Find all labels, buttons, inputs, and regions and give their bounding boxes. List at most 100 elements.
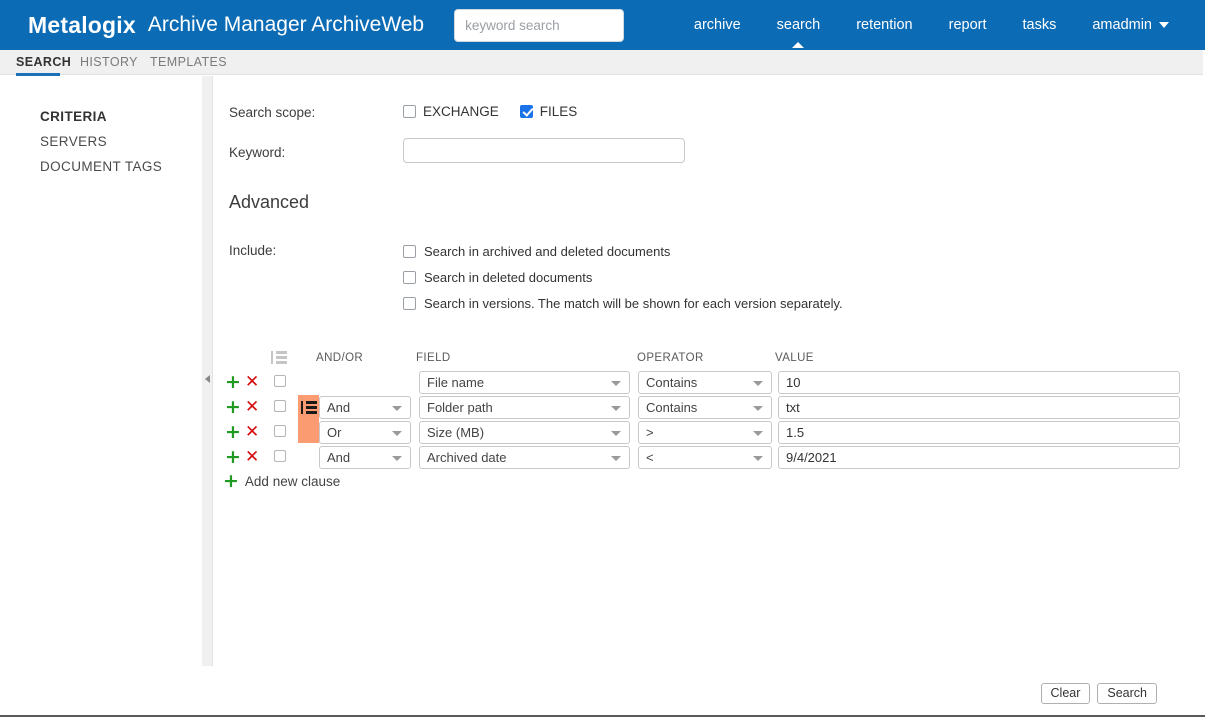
- search-scope-options: EXCHANGE FILES: [403, 104, 577, 119]
- label-exchange: EXCHANGE: [423, 104, 499, 119]
- andor-select-value: Or: [327, 425, 342, 440]
- chevron-left-icon: [205, 375, 210, 383]
- close-x-icon[interactable]: ✕: [245, 372, 259, 392]
- include-option-versions[interactable]: Search in versions. The match will be sh…: [403, 296, 843, 311]
- field-select[interactable]: Archived date: [419, 446, 630, 469]
- tab-search[interactable]: SEARCH: [16, 50, 71, 76]
- footer-actions: Clear Search: [1040, 683, 1157, 704]
- user-menu-label: amadmin: [1092, 17, 1152, 33]
- nav-item-archive[interactable]: archive: [676, 0, 759, 50]
- chevron-down-icon: [392, 431, 402, 436]
- chevron-down-icon: [753, 456, 763, 461]
- value-input[interactable]: [778, 396, 1180, 419]
- value-input[interactable]: [778, 446, 1180, 469]
- tab-strip: SEARCH HISTORY TEMPLATES: [0, 50, 1205, 76]
- column-header-andor: AND/OR: [316, 352, 364, 364]
- chevron-down-icon: [392, 406, 402, 411]
- include-option-archived-deleted[interactable]: Search in archived and deleted documents: [403, 244, 670, 259]
- add-new-clause-label: Add new clause: [244, 473, 341, 489]
- nav-item-report[interactable]: report: [931, 0, 1005, 50]
- search-button[interactable]: Search: [1097, 683, 1157, 704]
- checkbox-files[interactable]: [519, 105, 533, 118]
- group-list-icon: [271, 351, 287, 364]
- add-new-clause-button[interactable]: + Add new clause: [223, 470, 341, 492]
- chevron-down-icon: [392, 456, 402, 461]
- close-x-icon[interactable]: ✕: [245, 447, 259, 467]
- andor-select[interactable]: And: [319, 396, 411, 419]
- chevron-down-icon: [611, 456, 621, 461]
- table-row: + ✕ And Folder path Contains: [213, 395, 1205, 420]
- include-option-label: Search in deleted documents: [424, 270, 593, 285]
- operator-select-value: Contains: [646, 375, 698, 390]
- column-header-field: FIELD: [416, 352, 451, 364]
- include-option-label: Search in archived and deleted documents: [424, 244, 671, 259]
- column-header-operator: OPERATOR: [637, 352, 704, 364]
- operator-select[interactable]: Contains: [638, 371, 772, 394]
- sidebar-item-servers[interactable]: SERVERS: [40, 134, 107, 149]
- tab-history[interactable]: HISTORY: [80, 50, 138, 75]
- sidebar-item-criteria[interactable]: CRITERIA: [40, 109, 107, 124]
- row-select-checkbox[interactable]: [274, 375, 286, 387]
- row-select-checkbox[interactable]: [274, 425, 286, 437]
- checkbox-search-deleted[interactable]: [403, 271, 416, 284]
- sidebar-item-document-tags[interactable]: DOCUMENT TAGS: [40, 159, 162, 174]
- andor-select[interactable]: Or: [319, 421, 411, 444]
- plus-icon: +: [223, 470, 239, 492]
- keyword-input[interactable]: [403, 138, 685, 163]
- sidebar: CRITERIA SERVERS DOCUMENT TAGS: [0, 76, 202, 666]
- operator-select[interactable]: Contains: [638, 396, 772, 419]
- table-row: + ✕ And Archived date <: [213, 445, 1205, 470]
- chevron-down-icon: [611, 381, 621, 386]
- close-x-icon[interactable]: ✕: [245, 397, 259, 417]
- include-option-label: Search in versions. The match will be sh…: [424, 296, 843, 311]
- nav-item-user-menu[interactable]: amadmin: [1074, 0, 1187, 50]
- chevron-down-icon: [611, 431, 621, 436]
- sidebar-collapse-button[interactable]: [203, 372, 212, 386]
- field-select[interactable]: File name: [419, 371, 630, 394]
- label-files: FILES: [539, 104, 578, 119]
- operator-select[interactable]: >: [638, 421, 772, 444]
- chevron-down-icon: [753, 431, 763, 436]
- plus-icon[interactable]: +: [225, 422, 241, 442]
- andor-select-value: And: [327, 400, 351, 415]
- nav-item-retention[interactable]: retention: [838, 0, 930, 50]
- header-keyword-search-input[interactable]: [454, 8, 625, 42]
- plus-icon[interactable]: +: [225, 372, 241, 392]
- checkbox-exchange[interactable]: [403, 105, 416, 118]
- andor-select[interactable]: And: [319, 446, 411, 469]
- row-select-checkbox[interactable]: [274, 400, 286, 412]
- plus-icon[interactable]: +: [225, 397, 241, 417]
- top-navigation: archive search retention report tasks am…: [676, 0, 1187, 50]
- operator-select-value: <: [646, 450, 654, 465]
- field-select-value: Archived date: [427, 450, 507, 465]
- clear-button[interactable]: Clear: [1040, 683, 1091, 704]
- operator-select-value: Contains: [646, 400, 698, 415]
- field-select[interactable]: Folder path: [419, 396, 630, 419]
- value-input[interactable]: [778, 421, 1180, 444]
- operator-select[interactable]: <: [638, 446, 772, 469]
- checkbox-search-archived-deleted[interactable]: [403, 245, 416, 258]
- tab-templates[interactable]: TEMPLATES: [150, 50, 227, 75]
- plus-icon[interactable]: +: [225, 447, 241, 467]
- include-option-deleted[interactable]: Search in deleted documents: [403, 270, 592, 285]
- andor-select-value: And: [327, 450, 351, 465]
- table-row: + ✕ File name Contains: [213, 370, 1205, 395]
- nav-item-tasks[interactable]: tasks: [1005, 0, 1075, 50]
- app-title: Archive Manager ArchiveWeb: [147, 13, 425, 36]
- field-select-value: Size (MB): [427, 425, 485, 440]
- brand-logo: Metalogix: [28, 11, 136, 38]
- search-criteria-panel: Search scope: EXCHANGE FILES Keyword: Ad…: [213, 76, 1205, 666]
- field-select-value: File name: [427, 375, 485, 390]
- close-x-icon[interactable]: ✕: [245, 422, 259, 442]
- row-select-checkbox[interactable]: [274, 450, 286, 462]
- search-scope-label: Search scope:: [229, 105, 316, 120]
- value-input[interactable]: [778, 371, 1180, 394]
- table-row: + ✕ Or Size (MB) >: [213, 420, 1205, 445]
- field-select[interactable]: Size (MB): [419, 421, 630, 444]
- keyword-label: Keyword:: [229, 145, 286, 160]
- nav-item-search[interactable]: search: [759, 0, 839, 50]
- checkbox-search-versions[interactable]: [403, 297, 416, 310]
- column-header-value: VALUE: [775, 352, 814, 364]
- chevron-down-icon: [753, 381, 763, 386]
- advanced-section-title: Advanced: [229, 192, 310, 212]
